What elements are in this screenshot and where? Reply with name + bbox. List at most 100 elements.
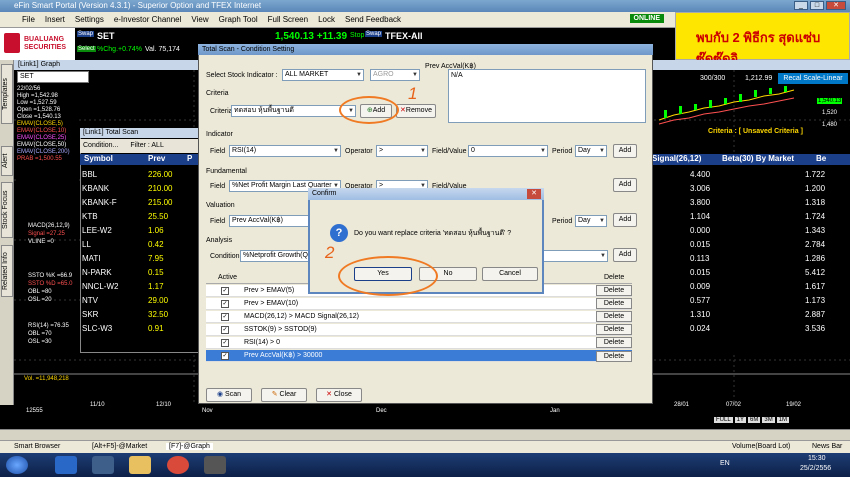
menu-insert[interactable]: Insert — [45, 15, 65, 24]
scan-row[interactable]: SKR 32.50 — [82, 310, 197, 324]
active-checkbox[interactable]: ✓ — [221, 326, 229, 334]
tab-stock-focus[interactable]: Stock Focus — [1, 182, 13, 238]
result-row[interactable]: 4.400 1.722 — [650, 170, 830, 184]
result-row[interactable]: 3.800 1.318 — [650, 198, 830, 212]
delete-row-button[interactable]: Delete — [596, 311, 632, 322]
scan-row[interactable]: SLC-W3 0.91 — [82, 324, 197, 338]
fundamental-add-button[interactable]: Add — [613, 178, 637, 192]
scan-button[interactable]: ◉ Scan — [206, 388, 252, 402]
col-signal[interactable]: Signal(26,12) — [652, 154, 701, 163]
indicator-operator-select[interactable]: > — [376, 145, 428, 157]
result-row[interactable]: 1.310 2.887 — [650, 310, 830, 324]
scan-row[interactable]: LEE-W2 1.06 — [82, 226, 197, 240]
result-row[interactable]: 0.000 1.343 — [650, 226, 830, 240]
result-row[interactable]: 1.104 1.724 — [650, 212, 830, 226]
active-checkbox[interactable]: ✓ — [221, 287, 229, 295]
zoom-full-button[interactable]: FULL — [714, 417, 733, 423]
tab-smart-browser[interactable]: Smart Browser — [14, 443, 60, 450]
active-checkbox[interactable]: ✓ — [221, 313, 229, 321]
result-row[interactable]: 0.577 1.173 — [650, 296, 830, 310]
close-dialog-button[interactable]: ✕ Close — [316, 388, 362, 402]
recalc-scale-button[interactable]: Recal Scale-Linear — [778, 73, 848, 84]
graph-symbol-select[interactable]: SET — [17, 71, 89, 83]
select-button[interactable]: Select — [77, 46, 96, 52]
menu-send-feedback[interactable]: Send Feedback — [345, 15, 401, 24]
criteria-list-row[interactable]: ✓ MACD(26,12) > MACD Signal(26,12) — [206, 311, 632, 323]
delete-row-button[interactable]: Delete — [596, 298, 632, 309]
criteria-select[interactable]: ทดสอบ หุ้นพื้นฐานดี — [231, 105, 356, 117]
col-prev[interactable]: Prev — [148, 154, 165, 163]
indicator-field-select[interactable]: RSI(14) — [229, 145, 341, 157]
scan-row[interactable]: KTB 25.50 — [82, 212, 197, 226]
menu-graph-tool[interactable]: Graph Tool — [219, 15, 258, 24]
tab-graph[interactable]: [F7]-@Graph — [166, 443, 213, 450]
scan-row[interactable]: NTV 29.00 — [82, 296, 197, 310]
advertisement-banner[interactable]: พบกับ 2 พิธีกร สุดแซ่บ ซ๊ดซ๊ดจิ — [675, 12, 850, 66]
media-player-icon[interactable] — [92, 456, 114, 474]
active-checkbox[interactable]: ✓ — [221, 300, 229, 308]
zoom-1y-button[interactable]: 1Y — [734, 417, 747, 423]
confirm-cancel-button[interactable]: Cancel — [482, 267, 538, 281]
menu-e-investor[interactable]: e-Investor Channel — [114, 15, 182, 24]
scan-row[interactable]: NNCL-W2 1.17 — [82, 282, 197, 296]
sector-select[interactable]: AGRO — [370, 69, 420, 81]
zoom-1m-button[interactable]: 1M — [776, 417, 790, 423]
menu-file[interactable]: File — [22, 15, 35, 24]
indicator-value-input[interactable]: 0 — [468, 145, 548, 157]
close-window-button[interactable]: ✕ — [826, 1, 846, 10]
delete-row-button[interactable]: Delete — [596, 324, 632, 335]
scan-row[interactable]: LL 0.42 — [82, 240, 197, 254]
filter-label[interactable]: Filter : ALL — [130, 142, 163, 149]
swap-button[interactable]: Swap — [77, 31, 95, 37]
tab-related-info[interactable]: Related Info — [1, 245, 13, 297]
swap2-button[interactable]: Swap — [365, 31, 383, 37]
indicator-period-select[interactable]: Day — [575, 145, 607, 157]
scan-row[interactable]: BBL 226.00 — [82, 170, 197, 184]
active-checkbox[interactable]: ✓ — [221, 352, 229, 360]
condition-button[interactable]: Condition... — [83, 142, 118, 149]
criteria-list-row-selected[interactable]: ✓ Prev AccVal(K฿) > 30000 — [206, 350, 632, 362]
scan-row[interactable]: MATI 7.95 — [82, 254, 197, 268]
remove-criteria-button[interactable]: ✕Remove — [396, 104, 436, 118]
criteria-list-row[interactable]: ✓ SSTOK(9) > SSTOD(9) — [206, 324, 632, 336]
file-explorer-icon[interactable] — [129, 456, 151, 474]
delete-row-button[interactable]: Delete — [596, 351, 632, 362]
menu-full-screen[interactable]: Full Screen — [268, 15, 308, 24]
clear-button[interactable]: ✎ Clear — [261, 388, 307, 402]
tab-templates[interactable]: Templates — [1, 64, 13, 124]
menu-settings[interactable]: Settings — [75, 15, 104, 24]
active-checkbox[interactable]: ✓ — [221, 339, 229, 347]
language-indicator[interactable]: EN — [720, 460, 730, 467]
menu-view[interactable]: View — [191, 15, 208, 24]
tab-alert[interactable]: Alert — [1, 146, 13, 176]
criteria-list-row[interactable]: ✓ RSI(14) > 0 — [206, 337, 632, 349]
criteria-list-row[interactable]: ✓ Prev > EMAV(10) — [206, 298, 632, 310]
valuation-period-select[interactable]: Day — [575, 215, 607, 227]
analysis-add-button[interactable]: Add — [613, 248, 637, 262]
result-row[interactable]: 3.006 1.200 — [650, 184, 830, 198]
clock-date[interactable]: 25/2/2556 — [800, 465, 831, 472]
clock-time[interactable]: 15:30 — [808, 455, 826, 462]
col-p[interactable]: P — [187, 154, 192, 163]
result-row[interactable]: 0.015 2.784 — [650, 240, 830, 254]
menu-lock[interactable]: Lock — [318, 15, 335, 24]
delete-row-button[interactable]: Delete — [596, 337, 632, 348]
chrome-icon[interactable] — [167, 456, 189, 474]
col-symbol[interactable]: Symbol — [84, 154, 113, 163]
indicator-add-button[interactable]: Add — [613, 144, 637, 158]
scan-row[interactable]: KBANK 210.00 — [82, 184, 197, 198]
stock-indicator-select[interactable]: ALL MARKET — [282, 69, 364, 81]
zoom-3m-button[interactable]: 3M — [762, 417, 775, 423]
result-row[interactable]: 0.113 1.286 — [650, 254, 830, 268]
result-row[interactable]: 0.024 3.536 — [650, 324, 830, 338]
confirm-close-button[interactable]: ✕ — [527, 189, 541, 199]
zoom-6m-button[interactable]: 6M — [748, 417, 761, 423]
scan-row[interactable]: KBANK-F 215.00 — [82, 198, 197, 212]
col-be[interactable]: Be — [816, 154, 826, 163]
efin-app-icon[interactable] — [204, 456, 226, 474]
col-beta-market[interactable]: Beta(30) By Market — [722, 154, 794, 163]
result-row[interactable]: 0.009 1.617 — [650, 282, 830, 296]
news-bar-button[interactable]: News Bar — [812, 443, 842, 450]
internet-explorer-icon[interactable] — [55, 456, 77, 474]
horizontal-scrollbar[interactable] — [0, 429, 850, 440]
